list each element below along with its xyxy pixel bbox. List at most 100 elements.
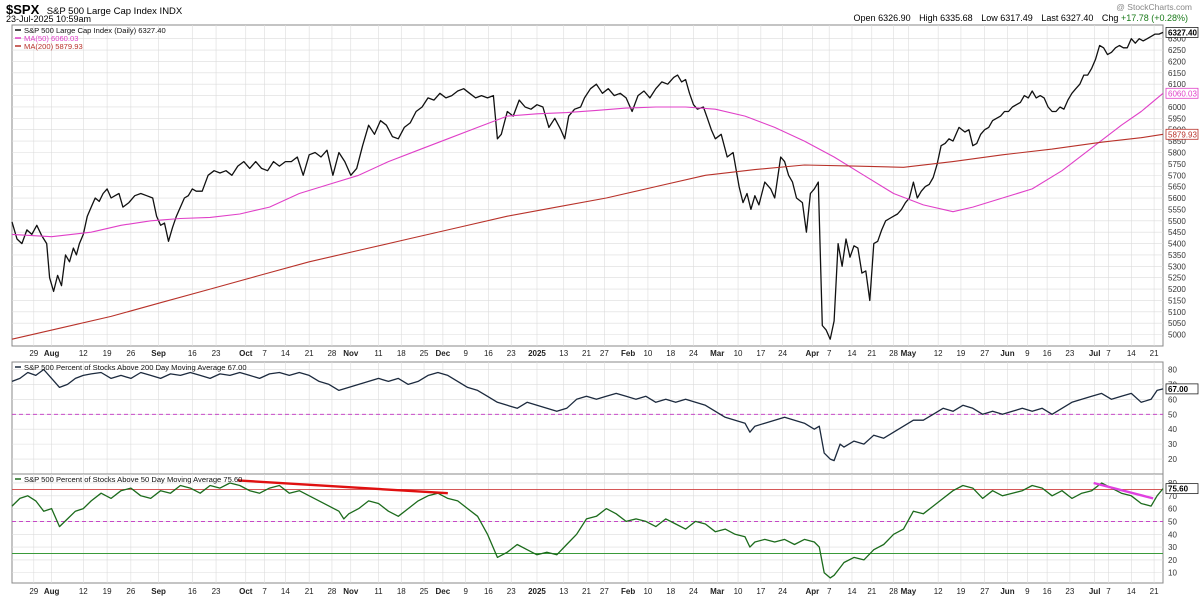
x-tick-label: 13 bbox=[559, 587, 568, 596]
x-tick-label: Jul bbox=[1089, 587, 1101, 596]
price-y-tick-label: 5400 bbox=[1168, 240, 1186, 249]
x-tick-label: 19 bbox=[103, 587, 112, 596]
x-tick-label: 23 bbox=[507, 349, 516, 358]
pct50-y-tick-label: 40 bbox=[1168, 530, 1177, 539]
price-y-tick-label: 6150 bbox=[1168, 69, 1186, 78]
price-y-tick-label: 6000 bbox=[1168, 103, 1186, 112]
pct200-y-tick-label: 50 bbox=[1168, 410, 1177, 419]
x-tick-label: Feb bbox=[621, 587, 635, 596]
pct50-value-tag: 75.60 bbox=[1165, 483, 1199, 495]
pct200-value-tag: 67.00 bbox=[1165, 383, 1199, 395]
x-tick-label: Nov bbox=[343, 349, 359, 358]
price-value-tag: 5879.93 bbox=[1165, 128, 1199, 140]
pct200-y-tick-label: 30 bbox=[1168, 440, 1177, 449]
price-y-tick-label: 6250 bbox=[1168, 46, 1186, 55]
x-tick-label: 17 bbox=[756, 349, 765, 358]
pct50-y-tick-label: 30 bbox=[1168, 543, 1177, 552]
x-tick-label: Mar bbox=[710, 587, 724, 596]
x-tick-label: 27 bbox=[980, 587, 989, 596]
pct50-value-tag-text: 75.60 bbox=[1168, 485, 1189, 494]
x-tick-label: 21 bbox=[305, 349, 314, 358]
pct50-y-tick-label: 60 bbox=[1168, 505, 1177, 514]
x-tick-label: 21 bbox=[1150, 587, 1159, 596]
pct200-value-tag-text: 67.00 bbox=[1168, 385, 1189, 394]
x-tick-label: Jul bbox=[1089, 349, 1101, 358]
x-tick-label: 7 bbox=[827, 349, 832, 358]
price-y-tick-label: 5300 bbox=[1168, 262, 1186, 271]
price-value-tag-text: 6327.40 bbox=[1168, 28, 1197, 37]
pct50-y-tick-label: 10 bbox=[1168, 569, 1177, 578]
x-tick-label: 13 bbox=[559, 349, 568, 358]
x-tick-label: 7 bbox=[262, 349, 267, 358]
x-tick-label: 14 bbox=[1127, 349, 1136, 358]
x-tick-label: 14 bbox=[281, 349, 290, 358]
x-tick-label: 19 bbox=[956, 349, 965, 358]
x-tick-label: Apr bbox=[805, 349, 819, 358]
price-y-tick-label: 5050 bbox=[1168, 319, 1186, 328]
x-tick-label: 16 bbox=[1043, 587, 1052, 596]
price-value-tag: 6327.40 bbox=[1165, 27, 1199, 38]
price-y-tick-label: 5950 bbox=[1168, 114, 1186, 123]
x-tick-label: 18 bbox=[397, 587, 406, 596]
x-tick-label: 24 bbox=[689, 349, 698, 358]
x-tick-label: Nov bbox=[343, 587, 359, 596]
price-y-tick-label: 5800 bbox=[1168, 148, 1186, 157]
x-tick-label: 7 bbox=[827, 587, 832, 596]
price-legend-entry: MA(200) 5879.93 bbox=[24, 42, 83, 51]
price-y-tick-label: 5550 bbox=[1168, 205, 1186, 214]
price-value-tag-text: 5879.93 bbox=[1168, 130, 1197, 139]
x-tick-label: 10 bbox=[643, 587, 652, 596]
x-tick-label: May bbox=[901, 587, 917, 596]
price-panel-frame bbox=[11, 24, 1164, 347]
price-value-tag-text: 6060.03 bbox=[1168, 89, 1197, 98]
x-tick-label: 9 bbox=[463, 587, 468, 596]
price-y-tick-label: 5100 bbox=[1168, 308, 1186, 317]
x-tick-label: 16 bbox=[484, 587, 493, 596]
x-tick-label: 17 bbox=[756, 587, 765, 596]
x-tick-label: 23 bbox=[1065, 587, 1074, 596]
x-tick-label: 2025 bbox=[528, 349, 546, 358]
price-y-tick-label: 5200 bbox=[1168, 285, 1186, 294]
x-tick-label: 23 bbox=[1065, 349, 1074, 358]
x-tick-label: 10 bbox=[734, 349, 743, 358]
x-tick-label: Oct bbox=[239, 349, 253, 358]
pct50-y-tick-label: 20 bbox=[1168, 556, 1177, 565]
chart-canvas[interactable]: 5000505051005150520052505300535054005450… bbox=[0, 0, 1200, 600]
x-tick-label: Sep bbox=[151, 349, 166, 358]
x-tick-label: 12 bbox=[79, 587, 88, 596]
x-tick-label: 18 bbox=[666, 587, 675, 596]
x-tick-label: 21 bbox=[867, 349, 876, 358]
pct200-panel-frame bbox=[11, 361, 1164, 475]
price-y-tick-label: 5600 bbox=[1168, 194, 1186, 203]
x-tick-label: 12 bbox=[934, 587, 943, 596]
x-tick-label: 24 bbox=[689, 587, 698, 596]
price-y-tick-label: 5450 bbox=[1168, 228, 1186, 237]
x-tick-label: Sep bbox=[151, 587, 166, 596]
x-tick-label: 19 bbox=[956, 587, 965, 596]
x-tick-label: 10 bbox=[734, 587, 743, 596]
x-tick-label: 16 bbox=[188, 587, 197, 596]
x-tick-label: 29 bbox=[29, 587, 38, 596]
x-tick-label: 9 bbox=[463, 349, 468, 358]
x-tick-label: 21 bbox=[305, 587, 314, 596]
x-tick-label: Jun bbox=[1000, 587, 1014, 596]
x-tick-label: 25 bbox=[420, 349, 429, 358]
x-tick-label: 7 bbox=[1106, 587, 1111, 596]
x-tick-label: 23 bbox=[212, 349, 221, 358]
price-y-tick-label: 5750 bbox=[1168, 160, 1186, 169]
x-tick-label: 12 bbox=[79, 349, 88, 358]
price-y-tick-label: 6100 bbox=[1168, 80, 1186, 89]
x-tick-label: 21 bbox=[582, 587, 591, 596]
x-tick-label: 2025 bbox=[528, 587, 546, 596]
x-tick-label: 16 bbox=[188, 349, 197, 358]
x-tick-label: 7 bbox=[262, 587, 267, 596]
pct200-y-tick-label: 20 bbox=[1168, 455, 1177, 464]
x-tick-label: 11 bbox=[374, 587, 383, 596]
x-tick-label: 27 bbox=[600, 587, 609, 596]
x-tick-label: Aug bbox=[44, 587, 60, 596]
pct50-panel-frame bbox=[11, 473, 1164, 584]
x-tick-label: Mar bbox=[710, 349, 724, 358]
price-y-tick-label: 5700 bbox=[1168, 171, 1186, 180]
x-tick-label: 10 bbox=[643, 349, 652, 358]
x-tick-label: 12 bbox=[934, 349, 943, 358]
